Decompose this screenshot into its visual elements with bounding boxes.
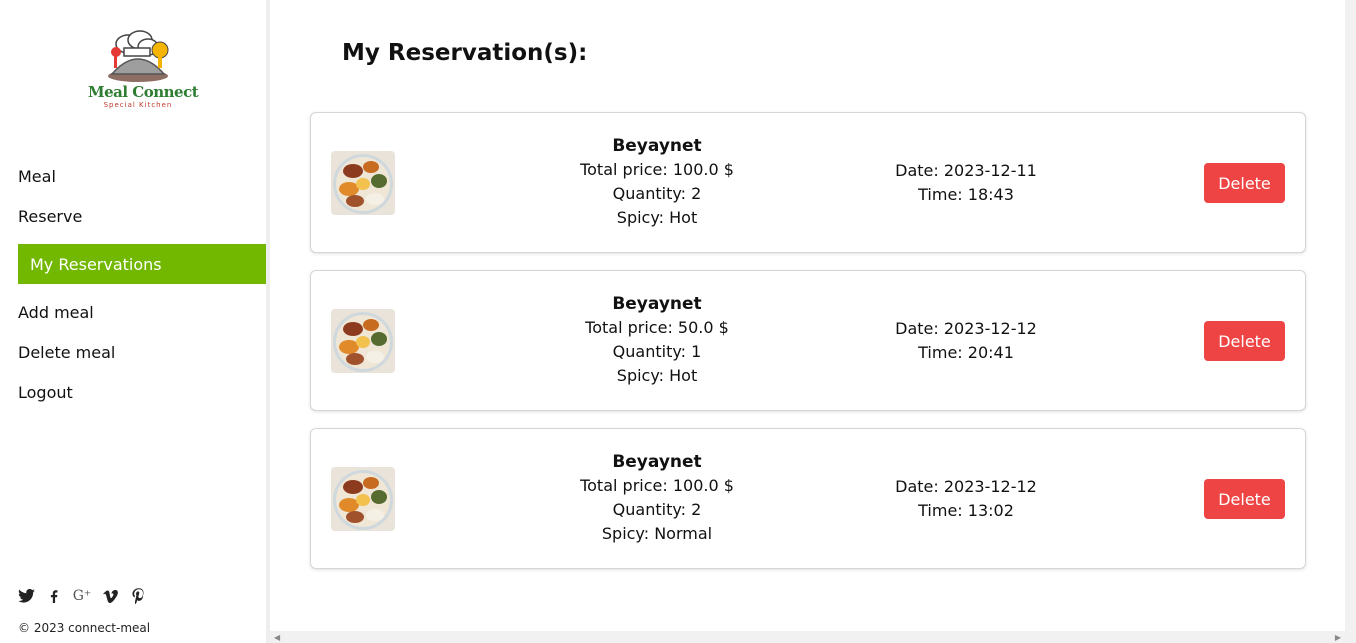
reservation-time: Time: 18:43 [918,185,1014,204]
pinterest-icon[interactable] [129,587,147,605]
total-price: Total price: 100.0 $ [580,476,734,495]
reservation-datetime: Date: 2023-12-12 Time: 20:41 [871,317,1061,365]
nav-item-meal[interactable]: Meal [18,156,266,196]
meal-name: Beyaynet [612,136,702,156]
reservation-details: Beyaynet Total price: 100.0 $ Quantity: … [547,450,767,546]
reservation-details: Beyaynet Total price: 50.0 $ Quantity: 1… [547,292,767,388]
vimeo-icon[interactable] [101,587,119,605]
delete-button[interactable]: Delete [1204,321,1285,361]
logo-subtitle: Special Kitchen [103,101,173,109]
scroll-right-icon[interactable]: ▶ [1335,633,1341,642]
vertical-scrollbar[interactable] [1345,0,1356,643]
page-title: My Reservation(s): [342,40,588,66]
spicy-level: Spicy: Normal [601,524,713,543]
social-links: G⁺ [17,587,157,605]
meal-image [331,309,395,373]
delete-button[interactable]: Delete [1204,479,1285,519]
reservation-details: Beyaynet Total price: 100.0 $ Quantity: … [547,134,767,230]
scroll-left-icon[interactable]: ◀ [274,633,280,642]
nav-item-label: Delete meal [18,342,116,362]
meal-name: Beyaynet [612,452,702,472]
sidebar-divider [266,0,270,643]
nav-item-reserve[interactable]: Reserve [18,196,266,236]
meal-name: Beyaynet [612,294,702,314]
nav-item-label: Reserve [18,206,83,226]
total-price: Total price: 100.0 $ [580,160,734,179]
google-plus-icon[interactable]: G⁺ [73,587,92,605]
reservation-date: Date: 2023-12-12 [895,477,1037,496]
logo[interactable]: Meal Connect Special Kitchen [88,30,199,112]
reservation-date: Date: 2023-12-12 [895,319,1037,338]
delete-button[interactable]: Delete [1204,163,1285,203]
nav-item-delete-meal[interactable]: Delete meal [18,332,266,372]
chef-logo-icon [108,30,169,82]
quantity: Quantity: 1 [612,342,702,361]
reservation-date: Date: 2023-12-11 [895,161,1037,180]
total-price: Total price: 50.0 $ [585,318,729,337]
reservation-card: Beyaynet Total price: 50.0 $ Quantity: 1… [310,270,1306,411]
spicy-level: Spicy: Hot [616,208,698,227]
nav-item-label: Add meal [18,302,94,322]
nav-item-add-meal[interactable]: Add meal [18,292,266,332]
nav-item-my-reservations[interactable]: My Reservations [18,244,266,284]
quantity: Quantity: 2 [612,184,702,203]
nav-item-label: Meal [18,166,56,186]
spicy-level: Spicy: Hot [616,366,698,385]
reservation-datetime: Date: 2023-12-11 Time: 18:43 [871,159,1061,207]
reservation-time: Time: 20:41 [918,343,1014,362]
copyright: © 2023 connect-meal [18,621,151,635]
nav-item-logout[interactable]: Logout [18,372,266,412]
meal-image [331,467,395,531]
facebook-icon[interactable] [45,587,63,605]
reservation-card: Beyaynet Total price: 100.0 $ Quantity: … [310,428,1306,569]
reservation-datetime: Date: 2023-12-12 Time: 13:02 [871,475,1061,523]
sidebar: Meal Connect Special Kitchen Meal Reserv… [0,0,266,643]
nav-item-label: Logout [18,382,73,402]
logo-title: Meal Connect [88,83,199,101]
meal-image [331,151,395,215]
quantity: Quantity: 2 [612,500,702,519]
twitter-icon[interactable] [17,587,35,605]
horizontal-scrollbar[interactable]: ◀ ▶ [270,631,1345,643]
reservation-time: Time: 13:02 [918,501,1014,520]
nav-item-label: My Reservations [30,254,162,274]
reservation-card: Beyaynet Total price: 100.0 $ Quantity: … [310,112,1306,253]
